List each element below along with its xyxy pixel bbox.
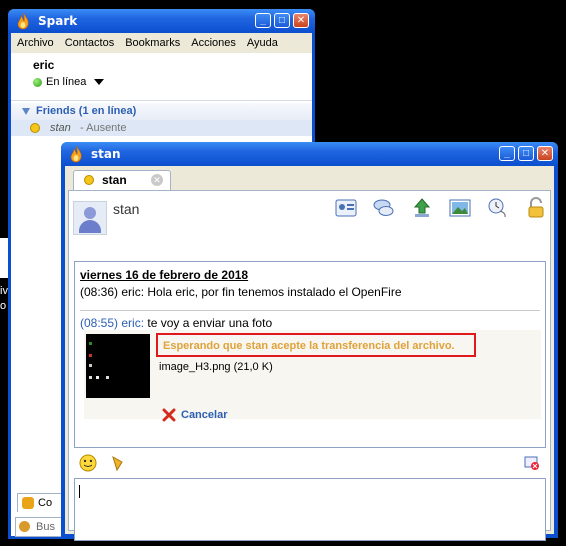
composer-toolbar	[74, 452, 546, 474]
message-sender: (08:55) eric:	[80, 316, 145, 330]
chat-title-bar[interactable]: stan _ □ ✕	[61, 142, 558, 166]
spark-flame-icon	[70, 145, 82, 163]
menu-acciones[interactable]: Acciones	[191, 37, 236, 49]
chat-panel: stan viernes 16 de febrero de 2018 (08:3…	[68, 190, 551, 541]
emoticon-icon[interactable]	[79, 454, 97, 472]
minimize-button[interactable]: _	[499, 146, 515, 161]
online-status-icon	[33, 77, 42, 87]
image-thumbnail	[86, 334, 150, 398]
background-fragment	[0, 238, 8, 278]
menu-bar: Archivo Contactos Bookmarks Acciones Ayu…	[11, 33, 312, 53]
lock-icon[interactable]	[524, 197, 548, 219]
maximize-button[interactable]: □	[274, 13, 290, 28]
chat-window-title: stan	[91, 147, 121, 161]
chat-transcript: viernes 16 de febrero de 2018 (08:36) er…	[74, 261, 546, 448]
profile-panel: eric En línea	[11, 53, 312, 101]
cancel-label: Cancelar	[181, 409, 228, 421]
spark-flame-icon	[17, 12, 29, 30]
message: (08:36) eric: Hola eric, por fin tenemos…	[80, 285, 402, 299]
send-file-icon[interactable]	[410, 197, 434, 219]
vcard-icon[interactable]	[334, 197, 358, 219]
chat-contact-name: stan	[113, 201, 140, 217]
thumbnail-image	[89, 342, 109, 379]
chat-window: stan _ □ ✕ stan ✕ stan viernes 16 de feb…	[61, 142, 558, 541]
cancel-transfer-button[interactable]: Cancelar	[162, 408, 227, 422]
minimize-button[interactable]: _	[255, 13, 271, 28]
message-input[interactable]	[74, 478, 546, 541]
transfer-waiting-status: Esperando que stan acepte la transferenc…	[156, 333, 476, 357]
expand-triangle-icon	[22, 108, 30, 115]
title-bar[interactable]: Spark _ □ ✕	[8, 9, 315, 33]
divider	[80, 310, 540, 311]
background-fragment-text: o	[0, 300, 7, 312]
tab-stan[interactable]: stan ✕	[73, 170, 171, 190]
contacts-icon	[22, 497, 34, 509]
maximize-button[interactable]: □	[518, 146, 534, 161]
contact-item-stan[interactable]: stan - Ausente	[11, 120, 312, 136]
menu-archivo[interactable]: Archivo	[17, 37, 54, 49]
menu-contactos[interactable]: Contactos	[65, 37, 115, 49]
window-title: Spark	[38, 14, 78, 28]
search-placeholder: Bus	[36, 521, 55, 533]
message: (08:55) eric: te voy a enviar una foto	[80, 316, 272, 330]
send-picture-icon[interactable]	[448, 197, 472, 219]
contacts-tab-label: Co	[38, 497, 53, 509]
menu-ayuda[interactable]: Ayuda	[247, 37, 278, 49]
away-clock-icon	[84, 175, 94, 185]
group-header-friends[interactable]: Friends (1 en línea)	[11, 103, 312, 120]
status-selector[interactable]: En línea	[33, 76, 105, 88]
chevron-down-icon	[94, 79, 105, 85]
close-tab-icon[interactable]: ✕	[151, 174, 163, 186]
nudge-bell-icon[interactable]	[109, 454, 127, 472]
search-user-icon	[19, 521, 30, 532]
avatar	[73, 201, 107, 235]
chat-client-area: stan ✕ stan viernes 16 de febrero de 201…	[65, 166, 554, 541]
contact-name: stan	[50, 122, 71, 134]
search-field[interactable]: Bus	[15, 517, 67, 537]
contact-status: - Ausente	[80, 122, 127, 134]
file-name: image_H3.png (21,0 K)	[159, 361, 273, 373]
message-text: te voy a enviar una foto	[144, 316, 273, 330]
user-name: eric	[33, 58, 55, 72]
away-clock-icon	[30, 123, 40, 133]
clear-chat-icon[interactable]	[524, 455, 540, 471]
status-label: En línea	[46, 76, 87, 88]
red-x-icon	[162, 408, 176, 422]
close-button[interactable]: ✕	[537, 146, 553, 161]
close-button[interactable]: ✕	[293, 13, 309, 28]
file-transfer-panel: Esperando que stan acepte la transferenc…	[84, 330, 541, 422]
text-cursor	[79, 485, 80, 498]
chat-bubbles-icon[interactable]	[372, 197, 396, 219]
background-fragment-text: iv	[0, 285, 8, 297]
date-header: viernes 16 de febrero de 2018	[80, 268, 249, 282]
history-icon[interactable]	[486, 197, 510, 219]
group-label: Friends (1 en línea)	[36, 105, 137, 117]
menu-bookmarks[interactable]: Bookmarks	[125, 37, 180, 49]
tab-label: stan	[102, 173, 127, 187]
